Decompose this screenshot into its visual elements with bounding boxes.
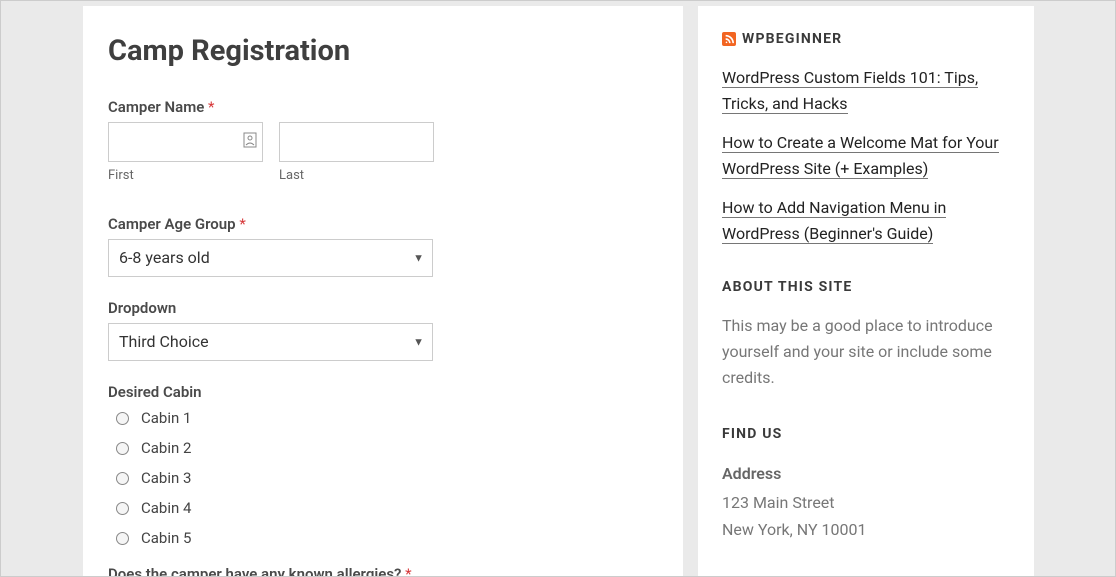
cabin-radio-item[interactable]: Cabin 4	[108, 499, 658, 517]
rss-item: WordPress Custom Fields 101: Tips, Trick…	[722, 65, 1010, 116]
required-indicator: *	[239, 215, 245, 233]
label-text: Does the camper have any known allergies…	[108, 565, 401, 577]
cabin-radio-item[interactable]: Cabin 3	[108, 469, 658, 487]
required-indicator: *	[208, 98, 214, 116]
rss-title-text: WPBEGINNER	[742, 31, 842, 47]
radio-label: Cabin 5	[141, 529, 191, 547]
address-line1: 123 Main Street	[722, 489, 1010, 516]
findus-widget-title: FIND US	[722, 426, 1010, 442]
rss-list: WordPress Custom Fields 101: Tips, Trick…	[722, 65, 1010, 247]
radio-label: Cabin 4	[141, 499, 191, 517]
dropdown-select[interactable]: Third Choice ▼	[108, 323, 433, 361]
last-name-sublabel: Last	[279, 168, 434, 183]
rss-item: How to Add Navigation Menu in WordPress …	[722, 195, 1010, 246]
cabin-label: Desired Cabin	[108, 383, 658, 401]
age-group-select[interactable]: 6-8 years old ▼	[108, 239, 433, 277]
radio-icon	[116, 502, 129, 515]
chevron-down-icon: ▼	[413, 252, 424, 265]
about-widget-title: ABOUT THIS SITE	[722, 279, 1010, 295]
about-text: This may be a good place to introduce yo…	[722, 313, 1010, 392]
cabin-radio-item[interactable]: Cabin 1	[108, 409, 658, 427]
rss-widget-title: WPBEGINNER	[722, 31, 1010, 47]
radio-label: Cabin 1	[141, 409, 191, 427]
chevron-down-icon: ▼	[413, 336, 424, 349]
rss-icon	[722, 32, 736, 46]
page-container: Camp Registration Camper Name * First	[0, 0, 1116, 577]
label-text: Camper Age Group	[108, 215, 236, 233]
field-camper-name: Camper Name * First Last	[108, 98, 658, 197]
last-name-col: Last	[279, 122, 434, 197]
sidebar: WPBEGINNER WordPress Custom Fields 101: …	[698, 6, 1034, 576]
cabin-radio-item[interactable]: Cabin 2	[108, 439, 658, 457]
camper-name-label: Camper Name *	[108, 98, 658, 116]
select-value: Third Choice	[109, 324, 432, 359]
address-block: Address 123 Main Street New York, NY 100…	[722, 460, 1010, 544]
first-name-input[interactable]	[108, 122, 263, 162]
first-name-sublabel: First	[108, 168, 263, 183]
radio-label: Cabin 2	[141, 439, 191, 457]
field-dropdown: Dropdown Third Choice ▼	[108, 299, 658, 361]
widget-findus: FIND US Address 123 Main Street New York…	[722, 426, 1010, 544]
cabin-radio-item[interactable]: Cabin 5	[108, 529, 658, 547]
dropdown-label: Dropdown	[108, 299, 658, 317]
age-group-label: Camper Age Group *	[108, 215, 658, 233]
field-cabin: Desired Cabin Cabin 1 Cabin 2 Cabin 3 Ca…	[108, 383, 658, 547]
widget-about: ABOUT THIS SITE This may be a good place…	[722, 279, 1010, 392]
radio-icon	[116, 412, 129, 425]
rss-item: How to Create a Welcome Mat for Your Wor…	[722, 130, 1010, 181]
required-indicator: *	[405, 565, 411, 577]
address-label: Address	[722, 460, 1010, 487]
widget-rss: WPBEGINNER WordPress Custom Fields 101: …	[722, 31, 1010, 247]
last-name-input[interactable]	[279, 122, 434, 162]
radio-icon	[116, 532, 129, 545]
name-row: First Last	[108, 122, 658, 197]
field-age-group: Camper Age Group * 6-8 years old ▼	[108, 215, 658, 277]
radio-label: Cabin 3	[141, 469, 191, 487]
rss-link[interactable]: How to Create a Welcome Mat for Your Wor…	[722, 133, 999, 179]
page-title: Camp Registration	[108, 34, 658, 68]
rss-link[interactable]: WordPress Custom Fields 101: Tips, Trick…	[722, 68, 978, 114]
address-line2: New York, NY 10001	[722, 516, 1010, 543]
select-value: 6-8 years old	[109, 240, 432, 275]
allergies-label: Does the camper have any known allergies…	[108, 565, 658, 577]
cabin-radio-list: Cabin 1 Cabin 2 Cabin 3 Cabin 4 Cabin 5	[108, 409, 658, 547]
first-name-col: First	[108, 122, 263, 197]
rss-link[interactable]: How to Add Navigation Menu in WordPress …	[722, 198, 946, 244]
field-allergies: Does the camper have any known allergies…	[108, 565, 658, 577]
label-text: Camper Name	[108, 98, 204, 116]
radio-icon	[116, 442, 129, 455]
main-content: Camp Registration Camper Name * First	[83, 6, 683, 576]
radio-icon	[116, 472, 129, 485]
